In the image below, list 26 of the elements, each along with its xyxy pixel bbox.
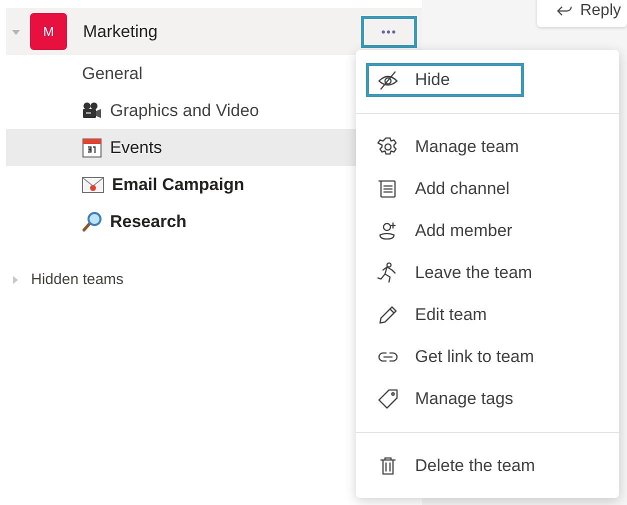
menu-item[interactable]: Manage tags — [366, 382, 524, 416]
hidden-teams-label: Hidden teams — [31, 271, 124, 288]
envelope-icon — [82, 176, 104, 192]
team-avatar: M — [30, 13, 67, 50]
team-name: Marketing — [83, 22, 158, 42]
reply-icon — [557, 4, 572, 18]
magnifier-icon — [82, 212, 102, 232]
menu-item[interactable]: Leave the team — [366, 256, 536, 290]
channel-name: Graphics and Video — [110, 100, 260, 120]
menu-item[interactable]: Hide — [366, 63, 524, 97]
reply-button[interactable]: Reply — [537, 0, 627, 27]
video-camera-icon — [82, 102, 102, 120]
pencil-icon — [377, 304, 399, 326]
more-options-button[interactable]: ••• — [361, 16, 417, 48]
team-row[interactable]: M Marketing ••• — [6, 8, 422, 55]
hidden-eye-icon — [377, 69, 399, 91]
calendar-icon — [82, 138, 102, 158]
menu-item[interactable]: Add channel — [366, 172, 524, 206]
menu-item[interactable]: Get link to team — [366, 340, 538, 374]
menu-item[interactable]: Edit team — [366, 298, 524, 332]
channel-name: Email Campaign — [112, 174, 244, 194]
tag-icon — [377, 388, 399, 410]
menu-item[interactable]: Delete the team — [366, 449, 538, 483]
menu-item[interactable]: Add member — [366, 214, 524, 248]
channel-name: Events — [110, 138, 162, 158]
channel-name: Research — [110, 212, 187, 232]
